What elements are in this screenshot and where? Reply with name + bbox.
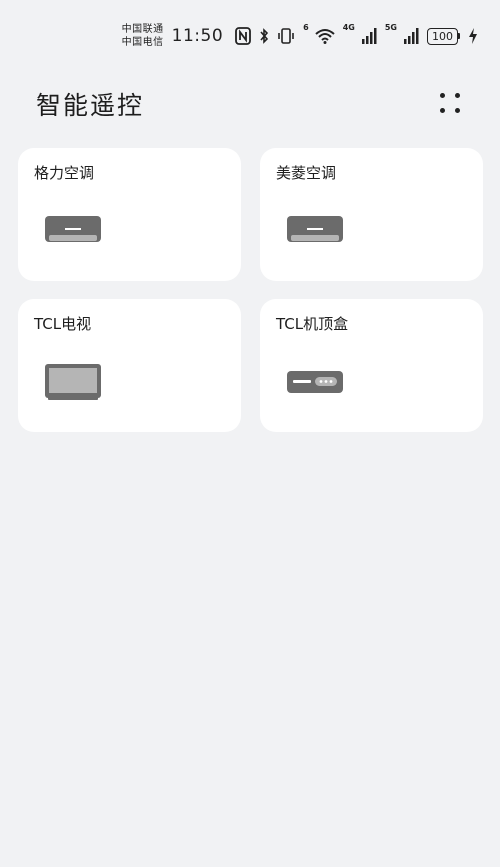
nfc-icon <box>235 27 252 45</box>
device-card-tcl-tv[interactable]: TCL电视 <box>18 299 241 432</box>
network-1-label: 4G <box>342 23 355 32</box>
signal-2-icon <box>403 28 419 44</box>
device-card-tcl-settop-box[interactable]: TCL机顶盒 <box>260 299 483 432</box>
device-name: TCL机顶盒 <box>276 315 349 333</box>
tv-icon <box>44 363 102 401</box>
air-conditioner-icon <box>44 214 102 244</box>
wifi-label: 6 <box>303 23 309 32</box>
device-card-gree-ac[interactable]: 格力空调 <box>18 148 241 281</box>
battery-level: 100 <box>427 27 458 45</box>
device-name: TCL电视 <box>34 315 92 333</box>
carrier-labels: 中国联通 中国电信 <box>122 23 164 49</box>
charging-icon <box>468 27 478 45</box>
carrier-1: 中国联通 <box>121 24 164 35</box>
device-name: 格力空调 <box>34 164 95 182</box>
carrier-2: 中国电信 <box>121 37 164 48</box>
grid-dots-icon[interactable] <box>438 91 462 115</box>
bluetooth-icon <box>259 27 269 45</box>
device-name: 美菱空调 <box>276 164 337 182</box>
air-conditioner-icon <box>286 214 344 244</box>
signal-1-icon <box>361 28 377 44</box>
status-time: 11:50 <box>171 26 224 46</box>
set-top-box-icon <box>286 370 344 394</box>
vibrate-icon <box>277 27 295 45</box>
battery-icon: 100 <box>427 27 460 45</box>
page-title: 智能遥控 <box>36 91 145 120</box>
wifi-icon <box>315 28 335 44</box>
status-bar: 中国联通 中国电信 11:50 6 4G 5G 100 <box>122 18 478 54</box>
device-card-meiling-ac[interactable]: 美菱空调 <box>260 148 483 281</box>
device-grid: 格力空调 美菱空调 TCL电视 TCL机顶盒 <box>18 148 484 432</box>
network-2-label: 5G <box>384 23 397 32</box>
